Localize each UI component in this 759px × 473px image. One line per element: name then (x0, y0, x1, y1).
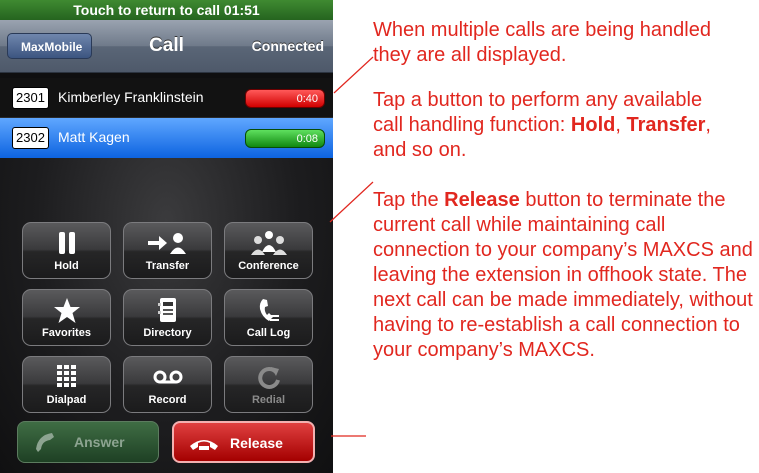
note-hold-word: Hold (570, 114, 616, 136)
callout-line-calls (333, 56, 374, 94)
note-release-text: button to terminate the current call whi… (373, 189, 753, 361)
note-multiple-calls: When multiple calls are being handled th… (373, 19, 711, 66)
note-call-functions: Tap a button to perform any available ca… (373, 88, 723, 163)
note-release-word: Release (444, 189, 520, 211)
callout-line-buttons (329, 181, 374, 223)
note-separator: , (615, 114, 621, 136)
note-release: Tap the Release button to terminate the … (373, 188, 759, 363)
note-release-prefix: Tap the (373, 189, 439, 211)
note-transfer-word: Transfer (626, 114, 706, 136)
